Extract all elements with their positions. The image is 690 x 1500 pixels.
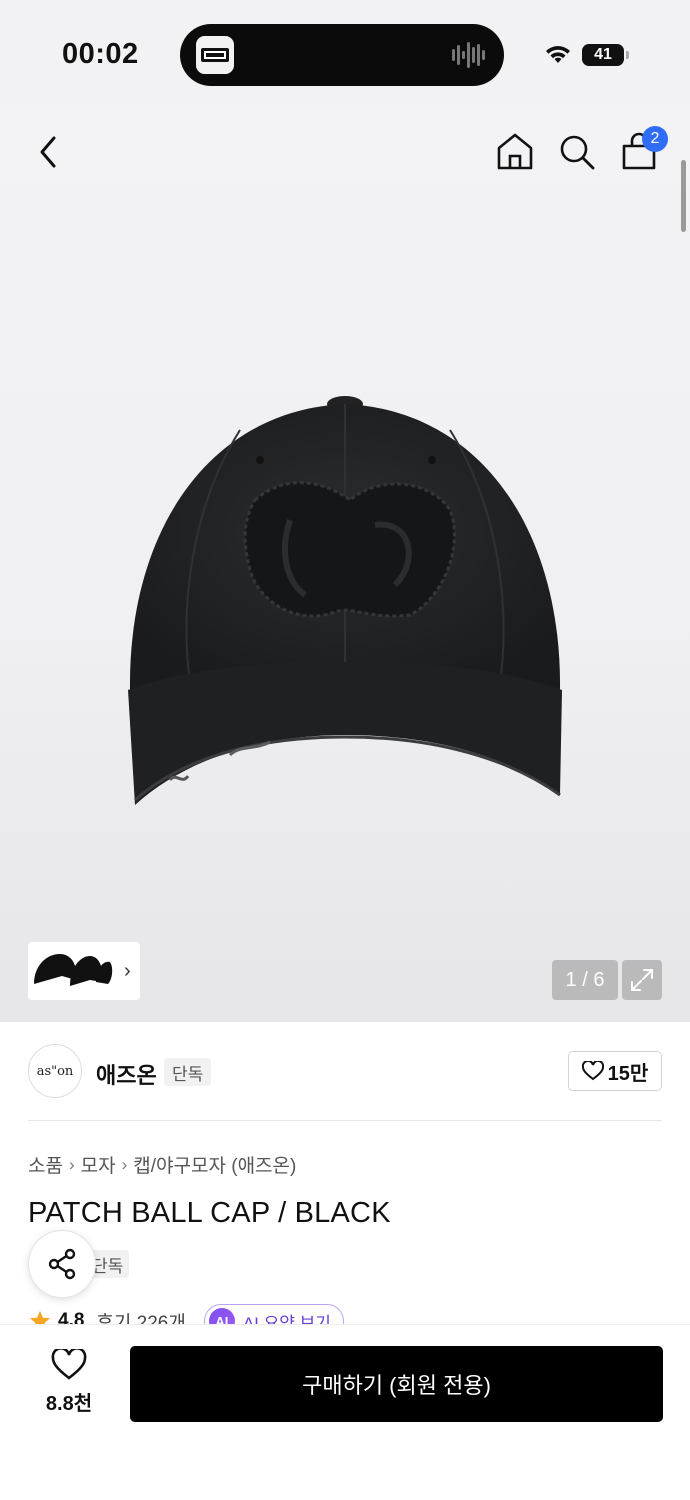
chevron-right-icon: ›	[121, 1154, 128, 1174]
divider	[28, 1120, 662, 1121]
back-icon[interactable]	[30, 130, 70, 174]
wishlist-button[interactable]: 8.8천	[30, 1349, 108, 1416]
breadcrumb-item-hats[interactable]: 모자	[81, 1151, 116, 1178]
share-button[interactable]	[28, 1230, 96, 1298]
breadcrumb-item-accessories[interactable]: 소품	[28, 1151, 63, 1178]
buy-button[interactable]: 구매하기 (회원 전용)	[130, 1346, 663, 1422]
image-page-indicator: 1 / 6	[552, 960, 618, 1000]
status-bar: 00:02 41	[0, 0, 690, 110]
status-time: 00:02	[62, 38, 139, 70]
breadcrumb: 소품 › 모자 › 캡/야구모자 (애즈온)	[28, 1151, 296, 1178]
expand-icon	[631, 969, 653, 991]
brand-row: as"on 애즈온 단독 15만	[28, 1044, 662, 1100]
thumbnail-image	[34, 954, 113, 986]
product-image	[128, 396, 562, 805]
brand-like-button[interactable]: 15만	[568, 1051, 662, 1091]
now-playing-app-icon	[196, 36, 234, 74]
scroll-indicator	[681, 160, 686, 232]
chevron-right-icon: ›	[124, 959, 131, 982]
status-indicators: 41	[544, 40, 629, 70]
heart-icon	[51, 1349, 87, 1380]
share-icon	[48, 1248, 76, 1280]
exclusive-badge: 단독	[164, 1058, 212, 1086]
search-icon[interactable]	[556, 130, 598, 174]
expand-button[interactable]	[622, 960, 662, 1000]
dynamic-island	[180, 24, 504, 86]
home-icon[interactable]	[494, 130, 536, 174]
battery-icon: 41	[582, 44, 629, 66]
heart-icon	[581, 1061, 604, 1081]
brand-logo[interactable]: as"on	[28, 1044, 82, 1098]
bottom-action-bar: 8.8천 구매하기 (회원 전용)	[0, 1324, 690, 1500]
brand-like-count: 15만	[607, 1062, 649, 1085]
audio-wave-icon	[452, 42, 485, 68]
wifi-icon	[546, 46, 570, 63]
breadcrumb-item-caps[interactable]: 캡/야구모자 (애즈온)	[133, 1151, 296, 1178]
product-gallery[interactable]: 2 › 1 / 6	[0, 110, 690, 1022]
thumbnail-strip[interactable]: ›	[28, 942, 140, 1000]
brand-name[interactable]: 애즈온	[96, 1058, 157, 1090]
cart-button[interactable]: 2	[618, 126, 668, 174]
cart-count-badge: 2	[642, 126, 668, 152]
chevron-right-icon: ›	[68, 1154, 75, 1174]
wishlist-count: 8.8천	[45, 1393, 93, 1415]
product-title: PATCH BALL CAP / BLACK	[28, 1197, 391, 1229]
